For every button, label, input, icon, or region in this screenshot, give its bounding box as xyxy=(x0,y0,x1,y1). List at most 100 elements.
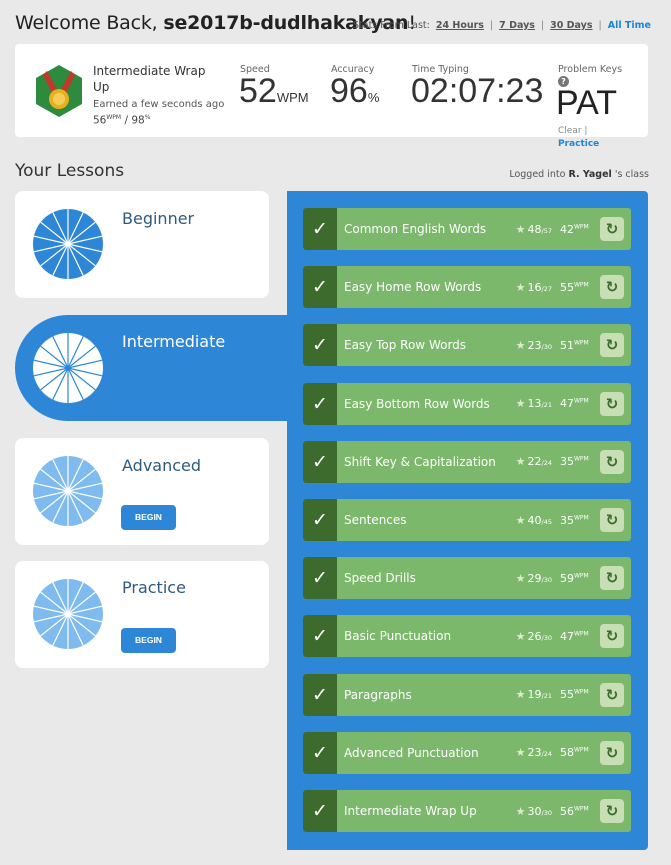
redo-icon[interactable]: ↻ xyxy=(600,740,624,765)
lesson-row[interactable]: ✓ Shift Key & Capitalization ★ 22/24 35WPM ↻ xyxy=(303,440,631,483)
range-all-time[interactable]: All Time xyxy=(608,20,651,31)
lesson-row[interactable]: ✓ Speed Drills ★ 29/30 59WPM ↻ xyxy=(303,557,631,600)
logged-prefix: Logged into xyxy=(509,169,569,180)
redo-icon[interactable]: ↻ xyxy=(600,449,624,474)
star-icon: ★ xyxy=(515,455,526,469)
lessons-panel: ✓ Common English Words ★ 48/57 42WPM ↻ ✓ Easy H… xyxy=(287,191,648,850)
wpm-value: 55 xyxy=(560,688,574,702)
lesson-wpm: 47WPM xyxy=(560,397,600,410)
stats-card: Intermediate Wrap Up Earned a few second… xyxy=(15,44,648,149)
lesson-row[interactable]: ✓ Easy Top Row Words ★ 23/30 51WPM ↻ xyxy=(303,324,631,367)
lesson-stars: ★ 40/45 xyxy=(516,514,552,527)
lesson-row[interactable]: ✓ Advanced Punctuation ★ 23/24 58WPM ↻ xyxy=(303,731,631,774)
check-icon: ✓ xyxy=(303,440,337,483)
check-icon: ✓ xyxy=(303,790,337,832)
lesson-name: Easy Top Row Words xyxy=(344,338,467,353)
stars-earned: 23 xyxy=(527,746,542,760)
level-card-beginner[interactable]: Beginner xyxy=(15,191,269,298)
level-card-practice[interactable]: Practice BEGIN xyxy=(15,561,269,668)
check-icon: ✓ xyxy=(303,673,337,716)
lesson-stars: ★ 48/57 xyxy=(516,223,552,236)
wpm-value: 58 xyxy=(560,746,574,760)
range-7-days[interactable]: 7 Days xyxy=(499,20,535,31)
redo-icon[interactable]: ↻ xyxy=(600,508,624,532)
pie-wrap xyxy=(15,191,121,297)
check-icon: ✓ xyxy=(303,324,337,367)
star-icon: ★ xyxy=(515,804,526,818)
level-name: Intermediate xyxy=(122,332,226,351)
lesson-row[interactable]: ✓ Basic Punctuation ★ 26/30 47WPM ↻ xyxy=(303,615,631,658)
lesson-wpm: 58WPM xyxy=(560,746,600,759)
stars-total: /30 xyxy=(541,808,552,817)
lesson-wpm: 35WPM xyxy=(560,514,600,527)
achievement-earned: Earned a few seconds ago xyxy=(93,99,225,110)
stars-earned: 13 xyxy=(527,397,542,411)
lesson-row[interactable]: ✓ Easy Bottom Row Words ★ 13/21 47WPM ↻ xyxy=(303,382,631,425)
level-card-advanced[interactable]: Advanced BEGIN xyxy=(15,438,269,545)
star-icon: ★ xyxy=(515,513,526,527)
achievement-accuracy-unit: % xyxy=(144,114,151,121)
welcome-prefix: Welcome Back, xyxy=(15,12,164,34)
lesson-name: Intermediate Wrap Up xyxy=(344,804,477,818)
lesson-name: Basic Punctuation xyxy=(344,629,452,644)
lesson-name: Shift Key & Capitalization xyxy=(344,454,496,469)
lesson-row[interactable]: ✓ Common English Words ★ 48/57 42WPM ↻ xyxy=(303,208,631,250)
progress-pie-icon xyxy=(33,333,103,403)
redo-icon[interactable]: ↻ xyxy=(600,333,624,358)
achievement-wpm: 56 xyxy=(93,114,107,127)
redo-icon[interactable]: ↻ xyxy=(600,799,624,823)
logged-suffix: 's class xyxy=(614,169,649,180)
redo-icon[interactable]: ↻ xyxy=(600,682,624,707)
redo-icon[interactable]: ↻ xyxy=(600,391,624,416)
redo-icon[interactable]: ↻ xyxy=(600,275,624,300)
lesson-stars: ★ 30/30 xyxy=(516,805,552,818)
lesson-row[interactable]: ✓ Sentences ★ 40/45 35WPM ↻ xyxy=(303,499,631,541)
lesson-name: Easy Home Row Words xyxy=(344,280,482,295)
range-30-days[interactable]: 30 Days xyxy=(550,20,592,31)
redo-icon[interactable]: ↻ xyxy=(600,624,624,649)
wpm-unit: WPM xyxy=(574,804,589,812)
lesson-stars: ★ 16/27 xyxy=(516,281,552,294)
lesson-wpm: 35WPM xyxy=(560,455,600,468)
clear-link[interactable]: Clear | xyxy=(558,126,587,136)
stars-earned: 26 xyxy=(527,629,542,643)
redo-icon[interactable]: ↻ xyxy=(600,217,624,241)
wpm-value: 56 xyxy=(560,804,574,818)
stars-earned: 22 xyxy=(527,455,542,469)
lesson-wpm: 59WPM xyxy=(560,572,600,585)
begin-advanced-button[interactable]: BEGIN xyxy=(121,505,176,530)
wpm-unit: WPM xyxy=(574,455,589,463)
star-icon: ★ xyxy=(515,280,526,294)
lesson-row[interactable]: ✓ Easy Home Row Words ★ 16/27 55WPM ↻ xyxy=(303,266,631,309)
redo-icon[interactable]: ↻ xyxy=(600,566,624,591)
level-name: Advanced xyxy=(122,456,202,475)
lesson-name: Sentences xyxy=(344,513,407,527)
begin-practice-button[interactable]: BEGIN xyxy=(121,628,176,653)
range-24-hours[interactable]: 24 Hours xyxy=(436,20,484,31)
achievement-title: Intermediate Wrap Up xyxy=(93,64,206,94)
lesson-row[interactable]: ✓ Intermediate Wrap Up ★ 30/30 56WPM ↻ xyxy=(303,790,631,832)
stars-total: /21 xyxy=(541,401,552,410)
time-typing-value: 02:07:23 xyxy=(411,72,544,110)
lesson-stars: ★ 22/24 xyxy=(516,455,552,468)
wpm-unit: WPM xyxy=(574,397,589,405)
problem-keys-value: PAT xyxy=(556,84,618,122)
level-card-intermediate[interactable]: Intermediate xyxy=(15,315,287,421)
lesson-wpm: 47WPM xyxy=(560,630,600,643)
lesson-row[interactable]: ✓ Paragraphs ★ 19/21 55WPM ↻ xyxy=(303,673,631,716)
lesson-wpm: 51WPM xyxy=(560,339,600,352)
star-icon: ★ xyxy=(515,571,526,585)
wpm-unit: WPM xyxy=(574,281,589,289)
accuracy-unit: % xyxy=(367,90,380,105)
lesson-stars: ★ 29/30 xyxy=(516,572,552,585)
stars-total: /24 xyxy=(541,750,552,759)
pie-wrap xyxy=(15,561,121,667)
wpm-value: 47 xyxy=(560,397,574,411)
progress-pie-icon xyxy=(33,209,103,279)
achievement-score: 56WPM / 98% xyxy=(93,114,150,127)
practice-link[interactable]: Practice xyxy=(558,139,599,149)
stars-earned: 16 xyxy=(527,280,542,294)
logged-into-class: Logged into R. Yagel 's class xyxy=(509,169,649,180)
wpm-value: 35 xyxy=(560,513,574,527)
lesson-name: Paragraphs xyxy=(344,687,412,702)
